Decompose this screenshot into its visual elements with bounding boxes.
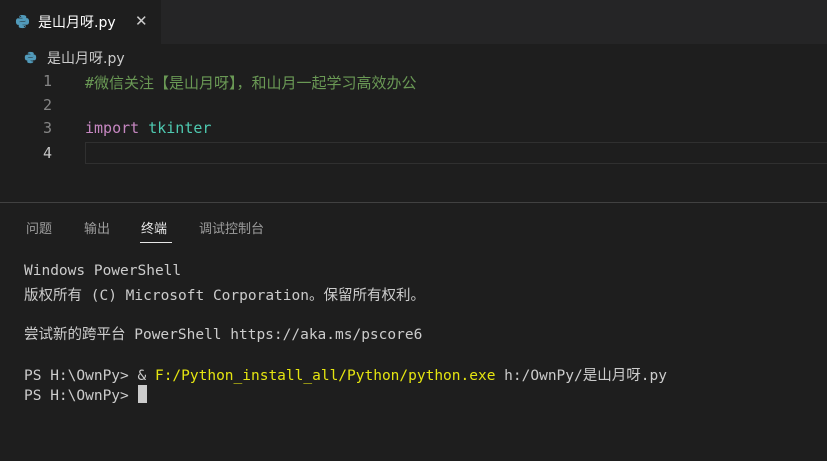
line-number: 4 <box>42 144 52 162</box>
terminal-prompt: PS H:\OwnPy> <box>24 368 138 384</box>
code-line[interactable]: 3 import tkinter <box>0 117 827 141</box>
breadcrumb-file[interactable]: 是山月呀.py <box>47 48 125 68</box>
bottom-panel: 问题 输出 终端 调试控制台 Windows PowerShell 版权所有 (… <box>0 202 827 461</box>
python-icon <box>15 14 30 29</box>
tab-terminal[interactable]: 终端 <box>141 218 167 237</box>
terminal-line: 版权所有 (C) Microsoft Corporation。保留所有权利。 <box>24 288 425 304</box>
terminal-cursor <box>137 385 147 403</box>
tab-problems[interactable]: 问题 <box>26 218 52 237</box>
editor-tab[interactable]: 是山月呀.py ✕ <box>0 0 161 44</box>
code-line[interactable]: 2 <box>0 94 827 118</box>
code-statement: import tkinter <box>85 119 211 137</box>
code-editor[interactable]: 1 #微信关注【是山月呀】，和山月一起学习高效办公 2 3 import tki… <box>0 70 827 200</box>
tab-bar: 是山月呀.py ✕ <box>0 0 827 44</box>
current-line-highlight <box>85 142 827 164</box>
terminal-prompt: PS H:\OwnPy> <box>24 388 138 404</box>
line-number: 1 <box>42 72 52 90</box>
terminal-arg: h:/OwnPy/是山月呀.py <box>495 368 667 384</box>
terminal-command-line: PS H:\OwnPy> & F:/Python_install_all/Pyt… <box>24 364 667 385</box>
terminal-amp: & <box>137 368 155 384</box>
terminal-prompt-line[interactable]: PS H:\OwnPy> <box>24 385 147 404</box>
close-icon[interactable]: ✕ <box>135 12 148 30</box>
active-tab-indicator <box>140 242 172 243</box>
keyword-import: import <box>85 119 140 137</box>
line-number: 2 <box>42 96 52 114</box>
tab-debug-console[interactable]: 调试控制台 <box>199 218 264 237</box>
code-line[interactable]: 1 #微信关注【是山月呀】，和山月一起学习高效办公 <box>0 70 827 94</box>
terminal-exe-path: F:/Python_install_all/Python/python.exe <box>154 368 496 384</box>
line-number: 3 <box>42 119 52 137</box>
code-line-current[interactable]: 4 <box>0 142 827 166</box>
module-name: tkinter <box>148 119 212 137</box>
python-icon <box>24 51 37 64</box>
terminal-line: Windows PowerShell <box>24 263 182 279</box>
tab-output[interactable]: 输出 <box>84 218 110 237</box>
code-comment: #微信关注【是山月呀】，和山月一起学习高效办公 <box>85 74 417 92</box>
tab-label: 是山月呀.py <box>38 15 116 31</box>
terminal-line: 尝试新的跨平台 PowerShell https://aka.ms/pscore… <box>24 327 423 343</box>
